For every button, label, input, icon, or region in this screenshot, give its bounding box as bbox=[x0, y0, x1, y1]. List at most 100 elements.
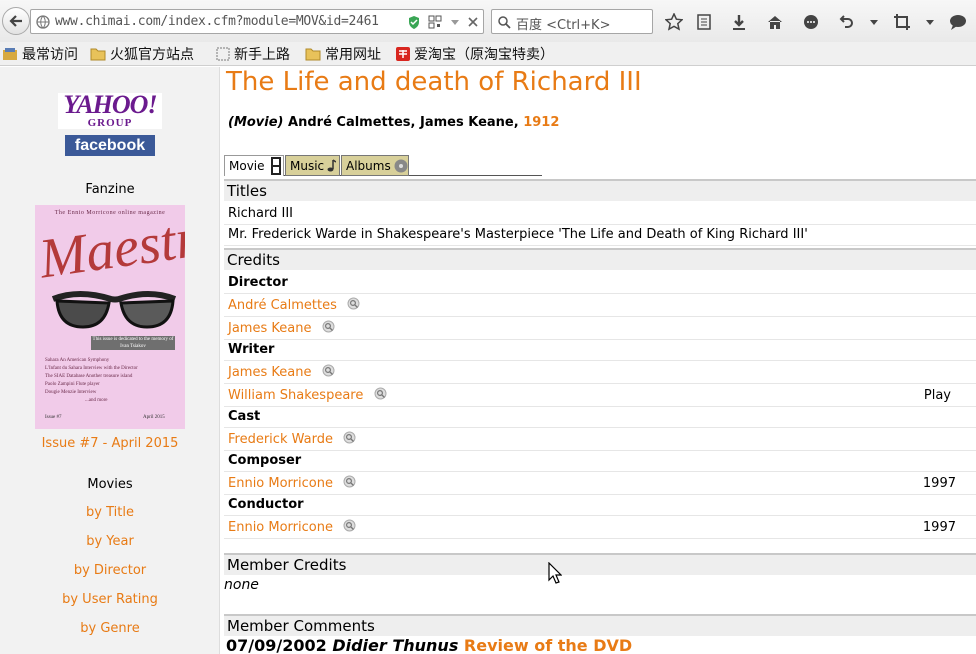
link-by-genre[interactable]: by Genre bbox=[0, 621, 220, 636]
magazine-date: April 2015 bbox=[143, 415, 165, 420]
tab-label: Movie bbox=[229, 159, 265, 173]
movies-heading: Movies bbox=[87, 477, 133, 492]
bookmark-getting-started[interactable]: 新手上路 bbox=[216, 45, 290, 63]
person-link[interactable]: William Shakespeare bbox=[228, 388, 363, 403]
tab-music[interactable]: Music bbox=[285, 155, 340, 176]
globe-icon bbox=[36, 15, 50, 29]
title-row: Mr. Frederick Warde in Shakespeare's Mas… bbox=[224, 224, 976, 246]
bookmark-label: 火狐官方站点 bbox=[110, 47, 194, 63]
magnifier-icon[interactable] bbox=[374, 387, 387, 400]
magazine-dedication: This issue is dedicated to the memory of… bbox=[91, 336, 175, 350]
facebook-badge[interactable]: facebook bbox=[65, 135, 155, 156]
film-strip-icon bbox=[270, 157, 281, 175]
back-button[interactable] bbox=[2, 7, 30, 35]
home-icon[interactable] bbox=[765, 12, 785, 32]
alt-title: Richard III bbox=[228, 206, 293, 221]
chat-icon[interactable] bbox=[801, 12, 821, 32]
bookmark-label: 常用网址 bbox=[325, 47, 381, 63]
undo-icon[interactable] bbox=[836, 12, 856, 32]
member-credits-value: none bbox=[224, 577, 259, 593]
reading-list-icon[interactable] bbox=[694, 12, 714, 32]
credit-row: André Calmettes bbox=[224, 295, 976, 317]
bookmark-star-icon[interactable] bbox=[664, 12, 684, 32]
alt-title: Mr. Frederick Warde in Shakespeare's Mas… bbox=[228, 227, 808, 242]
credit-role-row: Cast bbox=[224, 406, 976, 428]
person-link[interactable]: Frederick Warde bbox=[228, 432, 333, 447]
browser-toolbar: www.chimai.com/index.cfm?module=MOV&id=2… bbox=[0, 0, 976, 42]
credit-year: 1997 bbox=[922, 520, 956, 535]
credit-role-row: Conductor bbox=[224, 494, 976, 516]
role-composer: Composer bbox=[228, 453, 302, 468]
person-link[interactable]: James Keane bbox=[228, 365, 311, 380]
issue-link[interactable]: Issue #7 - April 2015 bbox=[0, 436, 220, 451]
chevron-down-icon[interactable] bbox=[864, 12, 884, 32]
movie-subtitle: (Movie) André Calmettes, James Keane, 19… bbox=[228, 115, 559, 130]
shield-icon[interactable] bbox=[407, 15, 421, 30]
member-comments-header: Member Comments bbox=[224, 614, 976, 636]
credit-row: Frederick Warde bbox=[224, 429, 976, 451]
link-by-year[interactable]: by Year bbox=[0, 534, 220, 549]
titles-header: Titles bbox=[224, 179, 976, 201]
credit-row: Ennio Morricone 1997 bbox=[224, 473, 976, 495]
crop-icon[interactable] bbox=[892, 12, 912, 32]
link-by-title[interactable]: by Title bbox=[0, 505, 220, 520]
person-link[interactable]: Ennio Morricone bbox=[228, 476, 333, 491]
tab-label: Albums bbox=[346, 158, 391, 173]
person-link[interactable]: André Calmettes bbox=[228, 298, 337, 313]
bookmark-common-sites[interactable]: 常用网址 bbox=[305, 45, 381, 63]
credit-year: 1997 bbox=[922, 476, 956, 491]
yahoo-group-badge[interactable]: YAHOO! GROUP bbox=[58, 90, 162, 129]
movie-year-link[interactable]: 1912 bbox=[523, 115, 559, 130]
url-bar[interactable]: www.chimai.com/index.cfm?module=MOV&id=2… bbox=[30, 9, 484, 34]
magnifier-icon[interactable] bbox=[343, 475, 356, 488]
link-by-director[interactable]: by Director bbox=[0, 563, 220, 578]
dropdown-arrow-icon[interactable] bbox=[449, 15, 461, 29]
magazine-cover[interactable]: The Ennio Morricone online magazine Maes… bbox=[35, 205, 185, 429]
magnifier-icon[interactable] bbox=[343, 519, 356, 532]
search-placeholder: 百度 <Ctrl+K> bbox=[516, 18, 611, 33]
disc-icon bbox=[394, 159, 408, 172]
movie-directors: André Calmettes, James Keane, bbox=[288, 115, 519, 130]
credit-row: James Keane bbox=[224, 318, 976, 340]
sidebar: YAHOO! GROUP facebook Fanzine The Ennio … bbox=[0, 67, 220, 654]
magazine-issue: Issue #7 bbox=[45, 415, 62, 420]
magazine-contents: Sahara An American Symphony L'Infant du … bbox=[45, 358, 138, 403]
credit-role-row: Composer bbox=[224, 450, 976, 472]
magnifier-icon[interactable] bbox=[322, 364, 335, 377]
credit-role-row: Writer bbox=[224, 339, 976, 361]
yahoo-logo: YAHOO! bbox=[63, 90, 157, 119]
fanzine-label: Fanzine bbox=[85, 182, 135, 197]
comment-review-link[interactable]: Review of the DVD bbox=[464, 636, 632, 654]
chevron-down-icon[interactable] bbox=[920, 12, 940, 32]
speech-bubble-icon[interactable] bbox=[948, 12, 968, 32]
main-content: The Life and death of Richard III (Movie… bbox=[224, 67, 976, 654]
folder-icon bbox=[305, 47, 321, 61]
url-text: www.chimai.com/index.cfm?module=MOV&id=2… bbox=[55, 14, 379, 29]
taobao-icon bbox=[396, 47, 410, 61]
bookmarks-folder-icon bbox=[2, 47, 18, 61]
tab-albums[interactable]: Albums bbox=[341, 155, 409, 176]
role-director: Director bbox=[228, 275, 288, 290]
mouse-cursor-icon bbox=[548, 562, 562, 584]
magazine-title: Maestro bbox=[35, 205, 185, 291]
search-bar[interactable]: 百度 <Ctrl+K> bbox=[491, 9, 653, 34]
magnifier-icon[interactable] bbox=[347, 297, 360, 310]
link-by-user-rating[interactable]: by User Rating bbox=[0, 592, 220, 607]
qr-code-icon[interactable] bbox=[428, 15, 442, 29]
magnifier-icon[interactable] bbox=[322, 320, 335, 333]
person-link[interactable]: James Keane bbox=[228, 321, 311, 336]
download-icon[interactable] bbox=[729, 12, 749, 32]
title-row: Richard III bbox=[224, 203, 976, 225]
member-credits-header: Member Credits bbox=[224, 553, 976, 575]
bookmark-firefox-site[interactable]: 火狐官方站点 bbox=[90, 45, 194, 63]
glasses-icon bbox=[51, 291, 177, 329]
credit-row: Ennio Morricone 1997 bbox=[224, 517, 976, 539]
tab-movie[interactable]: Movie bbox=[224, 155, 284, 176]
bookmark-most-visited[interactable]: 最常访问 bbox=[2, 45, 78, 63]
person-link[interactable]: Ennio Morricone bbox=[228, 520, 333, 535]
magnifier-icon[interactable] bbox=[343, 431, 356, 444]
credit-note: Play bbox=[923, 388, 951, 403]
close-icon[interactable] bbox=[467, 15, 479, 29]
comment-date: 07/09/2002 bbox=[226, 636, 327, 654]
bookmark-ai-taobao[interactable]: 爱淘宝（原淘宝特卖） bbox=[396, 45, 554, 63]
